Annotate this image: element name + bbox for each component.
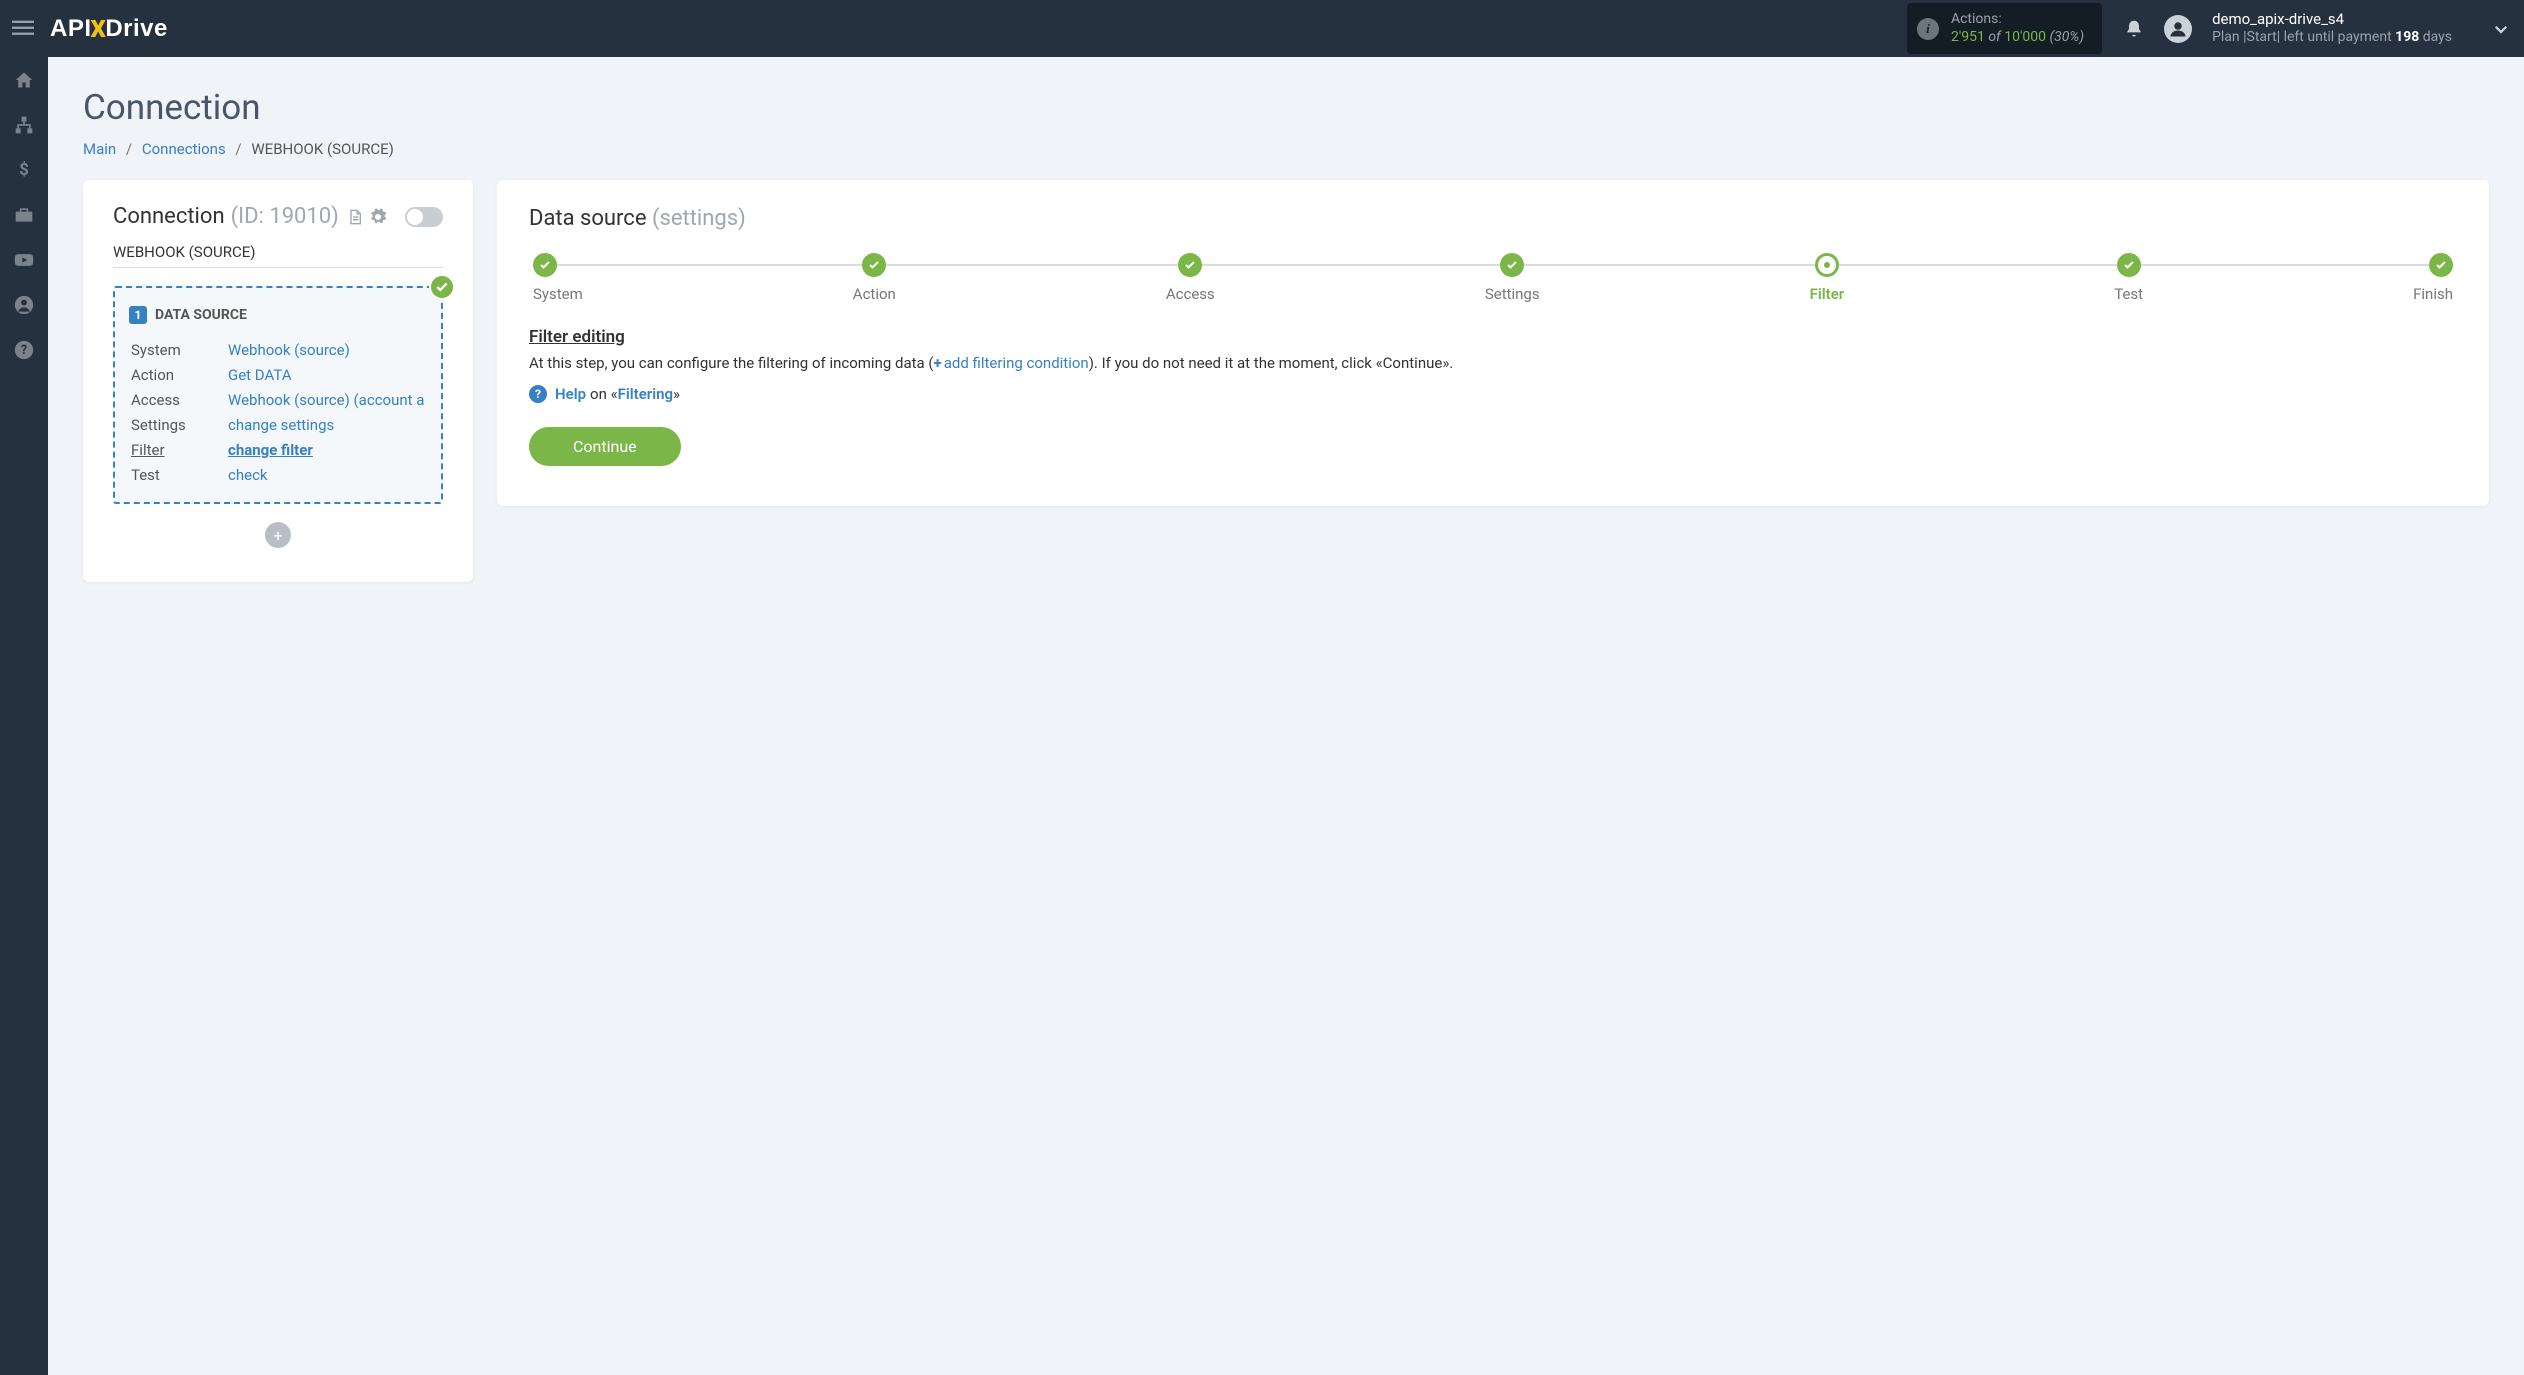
step-label: Action bbox=[853, 285, 896, 303]
crumb-current: WEBHOOK (SOURCE) bbox=[251, 140, 394, 158]
sidebar-connections[interactable] bbox=[0, 102, 48, 147]
step-action[interactable]: Action bbox=[853, 253, 896, 303]
sidebar-home[interactable] bbox=[0, 57, 48, 102]
help-link[interactable]: ? Help on «Filtering» bbox=[529, 385, 2457, 403]
sidebar-youtube[interactable] bbox=[0, 237, 48, 282]
source-number-badge: 1 bbox=[129, 306, 147, 324]
row-label: Settings bbox=[131, 413, 226, 436]
info-icon: i bbox=[1917, 18, 1939, 40]
sidebar-briefcase[interactable] bbox=[0, 192, 48, 237]
row-label: System bbox=[131, 338, 226, 361]
source-row: SystemWebhook (source) bbox=[131, 338, 425, 361]
row-label: Action bbox=[131, 363, 226, 386]
actions-counter[interactable]: i Actions: 2'951 of 10'000 (30%) bbox=[1907, 3, 2102, 54]
hamburger-menu[interactable] bbox=[12, 17, 36, 41]
step-settings[interactable]: Settings bbox=[1485, 253, 1540, 303]
continue-button[interactable]: Continue bbox=[529, 427, 681, 466]
row-link[interactable]: Webhook (source) bbox=[228, 341, 350, 359]
sidebar-account[interactable] bbox=[0, 282, 48, 327]
conn-id: (ID: 19010) bbox=[231, 204, 339, 229]
connection-toggle[interactable] bbox=[405, 207, 443, 227]
step-label: Access bbox=[1166, 285, 1215, 303]
crumb-main[interactable]: Main bbox=[83, 140, 116, 158]
step-progress: System Action Access Settings Filter Test Fini… bbox=[529, 253, 2457, 303]
row-label: Filter bbox=[131, 438, 226, 461]
source-row: AccessWebhook (source) (account a bbox=[131, 388, 425, 411]
sidebar-billing[interactable]: $ bbox=[0, 147, 48, 192]
step-label: Filter bbox=[1810, 285, 1845, 303]
source-row: Testcheck bbox=[131, 463, 425, 486]
row-link[interactable]: check bbox=[228, 466, 268, 484]
help-icon: ? bbox=[529, 385, 547, 403]
conn-subtitle: WEBHOOK (SOURCE) bbox=[113, 243, 443, 268]
step-label: Settings bbox=[1485, 285, 1540, 303]
step-test[interactable]: Test bbox=[2114, 253, 2143, 303]
source-row: Settingschange settings bbox=[131, 413, 425, 436]
step-access[interactable]: Access bbox=[1166, 253, 1215, 303]
bell-icon[interactable] bbox=[2124, 18, 2144, 40]
step-label: Test bbox=[2114, 285, 2143, 303]
gear-icon[interactable] bbox=[369, 208, 387, 226]
crumb-connections[interactable]: Connections bbox=[142, 140, 226, 158]
logo[interactable]: APIXDrive bbox=[50, 15, 168, 43]
row-link[interactable]: change filter bbox=[228, 441, 313, 459]
step-system[interactable]: System bbox=[533, 253, 583, 303]
check-badge-icon bbox=[429, 274, 455, 300]
plus-icon: + bbox=[934, 354, 942, 372]
add-filter-link[interactable]: add filtering condition bbox=[944, 354, 1089, 372]
data-source-panel: Data source (settings) System Action Acces… bbox=[497, 180, 2489, 506]
connection-card: Connection (ID: 19010) WEBHOOK (SOURCE) … bbox=[83, 180, 473, 582]
row-link[interactable]: Get DATA bbox=[228, 366, 292, 384]
username: demo_apix-drive_s4 bbox=[2212, 10, 2452, 29]
breadcrumb: Main / Connections / WEBHOOK (SOURCE) bbox=[83, 140, 2489, 158]
row-label: Access bbox=[131, 388, 226, 411]
filter-editing-text: At this step, you can configure the filt… bbox=[529, 353, 2457, 375]
filter-editing-title: Filter editing bbox=[529, 327, 2457, 347]
actions-label: Actions: bbox=[1951, 11, 2084, 29]
doc-icon[interactable] bbox=[347, 208, 363, 226]
step-finish[interactable]: Finish bbox=[2413, 253, 2453, 303]
source-title: DATA SOURCE bbox=[155, 307, 247, 323]
ds-title: Data source bbox=[529, 206, 647, 231]
svg-text:$: $ bbox=[19, 161, 29, 180]
caret-down-icon[interactable] bbox=[2452, 20, 2510, 38]
add-destination-button[interactable]: + bbox=[265, 522, 291, 548]
step-filter[interactable]: Filter bbox=[1810, 253, 1845, 303]
source-row: ActionGet DATA bbox=[131, 363, 425, 386]
data-source-box: 1 DATA SOURCE SystemWebhook (source)Acti… bbox=[113, 286, 443, 504]
row-label: Test bbox=[131, 463, 226, 486]
source-row: Filterchange filter bbox=[131, 438, 425, 461]
step-label: Finish bbox=[2413, 285, 2453, 303]
svg-text:?: ? bbox=[21, 343, 27, 358]
ds-title-suffix: (settings) bbox=[652, 206, 746, 231]
user-avatar-icon[interactable] bbox=[2164, 15, 2192, 43]
row-link[interactable]: change settings bbox=[228, 416, 334, 434]
user-menu[interactable]: demo_apix-drive_s4 Plan |Start| left unt… bbox=[2212, 10, 2452, 46]
sidebar-help[interactable]: ? bbox=[0, 327, 48, 372]
page-title: Connection bbox=[83, 87, 2489, 128]
conn-title: Connection bbox=[113, 204, 225, 229]
row-link[interactable]: Webhook (source) (account a bbox=[228, 391, 424, 409]
step-label: System bbox=[533, 285, 583, 303]
